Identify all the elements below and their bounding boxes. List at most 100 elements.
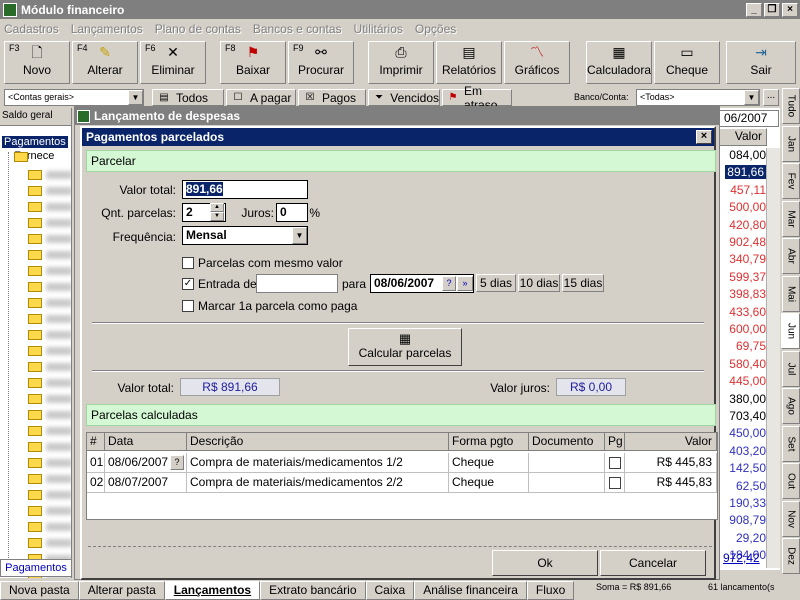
chevron-down-icon[interactable]: ▼ [128,90,143,105]
qnt-parcelas-spinner[interactable]: ▲ ▼ [210,203,224,222]
tab-extrato-bancario[interactable]: Extrato bancário [260,581,366,600]
row-descricao[interactable]: Compra de materiais/medicamentos 1/2 [187,453,449,473]
value-cell[interactable]: 580,40 [729,357,766,371]
value-cell[interactable]: 420,80 [729,218,766,232]
value-cell[interactable]: 500,00 [729,200,766,214]
imprimir-button[interactable]: ⎙ Imprimir [368,41,434,84]
month-tab-dez[interactable]: Dez [782,538,800,574]
mesmo-valor-checkbox[interactable] [182,257,194,269]
tree-item[interactable] [46,363,71,371]
filter-pagos-button[interactable]: ☒ Pagos [298,89,366,106]
month-tab-fev[interactable]: Fev [782,163,800,199]
value-cell[interactable]: 891,66 [725,165,766,180]
row-data-cell[interactable]: 08/06/2007 ? [105,453,187,473]
calculadora-button[interactable]: ▦ Calculadora [586,41,652,84]
month-tab-nov[interactable]: Nov [782,500,800,537]
10-dias-button[interactable]: 10 dias [518,274,560,292]
frequencia-select[interactable]: Mensal ▼ [182,226,308,245]
month-tab-tudo[interactable]: Tudo [782,88,800,124]
restore-button[interactable]: ❐ [764,2,780,17]
value-cell[interactable]: 380,00 [729,392,766,406]
month-tab-out[interactable]: Out [782,463,800,499]
graficos-button[interactable]: 〽 Gráficos [504,41,570,84]
col-data[interactable]: Data [105,433,187,451]
chevron-down-icon[interactable]: ▼ [744,90,759,105]
5-dias-button[interactable]: 5 dias [476,274,516,292]
eliminar-button[interactable]: F6 ✕ Eliminar [140,41,206,84]
tree-item[interactable] [46,523,71,531]
value-cell[interactable]: 142,50 [729,461,766,475]
filter-todos-button[interactable]: ▤ Todos [152,89,224,106]
tab-lancamentos[interactable]: Lançamentos [164,581,261,600]
menu-opcoes[interactable]: Opções [415,22,456,36]
filter-vencidos-button[interactable]: ⏷ Vencidos [368,89,440,106]
period-combo[interactable]: 06/2007 [719,110,779,127]
menu-bancos-e-contas[interactable]: Bancos e contas [253,22,342,36]
tree-item[interactable] [46,219,71,227]
tree-item[interactable] [46,267,71,275]
spin-down-icon[interactable]: ▼ [210,212,224,221]
tab-nova-pasta[interactable]: Nova pasta [0,581,79,600]
entrada-input[interactable] [256,274,338,293]
tree-item[interactable] [46,395,71,403]
tree-item[interactable] [46,427,71,435]
tree-item[interactable] [46,443,71,451]
tree-item[interactable] [46,299,71,307]
month-tab-mar[interactable]: Mar [782,200,800,237]
menu-lancamentos[interactable]: Lançamentos [71,22,143,36]
tree-root-pagamentos[interactable]: Pagamentos [2,136,68,148]
dialog-close-button[interactable]: × [696,130,712,144]
row-pg-checkbox[interactable] [609,457,621,469]
ok-button[interactable]: Ok [492,550,598,576]
col-documento[interactable]: Documento [529,433,605,451]
calcular-parcelas-button[interactable]: ▦ Calcular parcelas [348,328,462,366]
bank-account-browse-button[interactable]: ... [763,89,779,106]
minimize-button[interactable]: _ [746,2,762,17]
row-forma-pgto[interactable]: Cheque [449,453,529,473]
row-descricao[interactable]: Compra de materiais/medicamentos 2/2 [187,473,449,493]
row-pg-checkbox[interactable] [609,477,621,489]
row-documento[interactable] [529,473,605,493]
month-tab-ago[interactable]: Ago [782,388,800,424]
valor-total-input[interactable]: 891,66 [182,180,308,199]
date-help-button[interactable]: ? [442,276,456,291]
tree-item[interactable] [46,507,71,515]
value-cell[interactable]: 398,83 [729,287,766,301]
row-documento[interactable] [529,453,605,473]
menu-utilitarios[interactable]: Utilitários [354,22,403,36]
tree-item[interactable] [46,539,71,547]
value-cell[interactable]: 445,00 [729,374,766,388]
tree-item[interactable] [46,187,71,195]
value-cell[interactable]: 457,11 [730,183,766,197]
date-next-button[interactable]: » [457,276,473,291]
alterar-button[interactable]: F4 ✎ Alterar [72,41,138,84]
valor-column-header[interactable]: Valor [719,128,767,146]
month-tab-abr[interactable]: Abr [782,238,800,274]
col-pg[interactable]: Pg [605,433,625,451]
cancel-button[interactable]: Cancelar [600,550,706,576]
value-cell[interactable]: 190,33 [729,496,766,510]
value-cell[interactable]: 908,79 [729,513,766,527]
value-cell[interactable]: 450,00 [729,426,766,440]
marcar-paga-checkbox[interactable] [182,300,194,312]
menu-cadastros[interactable]: Cadastros [4,22,59,36]
col-forma-pgto[interactable]: Forma pgto [449,433,529,451]
15-dias-button[interactable]: 15 dias [562,274,604,292]
baixar-button[interactable]: F8 ⚑ Baixar [220,41,286,84]
value-cell[interactable]: 62,50 [736,479,766,493]
menu-plano-de-contas[interactable]: Plano de contas [155,22,241,36]
juros-input[interactable]: 0 [276,203,308,222]
tab-pagamentos[interactable]: Pagamentos [0,559,72,577]
close-button[interactable]: × [782,2,798,17]
filter-a-pagar-button[interactable]: ☐ A pagar [226,89,296,106]
spin-up-icon[interactable]: ▲ [210,203,224,212]
value-cell[interactable]: 703,40 [729,409,766,423]
tree-item[interactable] [46,315,71,323]
row-valor[interactable]: R$ 445,83 [625,473,717,493]
tab-analise-financeira[interactable]: Análise financeira [414,581,527,600]
value-cell[interactable]: 433,60 [729,305,766,319]
novo-button[interactable]: F3 🗋 Novo [4,41,70,84]
chevron-down-icon[interactable]: ▼ [292,227,307,244]
tab-caixa[interactable]: Caixa [365,581,415,600]
row-pg-cell[interactable] [605,453,625,473]
